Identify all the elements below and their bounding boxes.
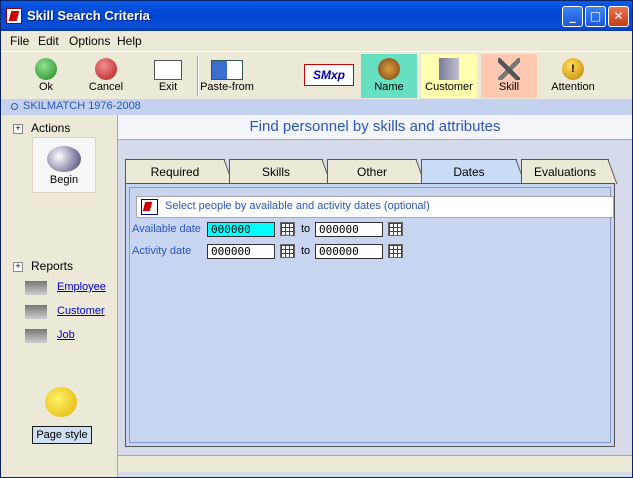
customer-button[interactable]: Customer: [421, 54, 477, 98]
checkmark-icon: [35, 58, 57, 80]
to-label: to: [301, 223, 311, 235]
available-date-label: Available date: [132, 223, 201, 235]
begin-button[interactable]: Begin: [32, 137, 96, 193]
activity-date-from-input[interactable]: 000000: [207, 244, 275, 259]
exit-arrow-icon: [154, 60, 182, 80]
printer-icon: [25, 281, 47, 295]
skill-button[interactable]: Skill: [481, 54, 537, 98]
calendar-icon[interactable]: [280, 222, 295, 236]
customer-report-link[interactable]: Customer: [57, 305, 105, 317]
smxp-logo: SMxp: [304, 64, 354, 86]
window-title: Skill Search Criteria: [27, 8, 150, 23]
employee-report-link[interactable]: Employee: [57, 281, 106, 293]
reports-node[interactable]: + Reports: [13, 259, 73, 273]
activity-date-label: Activity date: [132, 245, 192, 257]
minimize-button[interactable]: _: [562, 6, 583, 27]
people-icon: [378, 58, 400, 80]
title-bar: Skill Search Criteria _ □ ✕: [1, 1, 632, 31]
expand-icon[interactable]: +: [13, 124, 23, 134]
toolbar: Ok Cancel Exit Paste-from SMxp Name Cust…: [1, 51, 632, 101]
page-heading: Find personnel by skills and attributes: [249, 118, 501, 135]
available-date-from-input[interactable]: 000000: [207, 222, 275, 237]
menu-edit[interactable]: Edit: [38, 34, 59, 48]
tab-other[interactable]: Other: [327, 159, 417, 183]
smxp-small-icon: [141, 199, 158, 215]
actions-node[interactable]: + Actions: [13, 121, 70, 135]
copyright-strip: SKILMATCH 1976-2008: [1, 99, 632, 115]
heading-box: Find personnel by skills and attributes: [118, 115, 632, 140]
tab-skills[interactable]: Skills: [229, 159, 323, 183]
calendar-icon[interactable]: [388, 222, 403, 236]
maximize-button[interactable]: □: [585, 6, 606, 27]
search-magnifier-icon: [47, 146, 81, 172]
to-label: to: [301, 245, 311, 257]
menu-file[interactable]: File: [10, 34, 29, 48]
mascot-icon: [45, 387, 77, 417]
job-report-link[interactable]: Job: [57, 329, 75, 341]
paste-icon: [211, 60, 243, 80]
cancel-button[interactable]: Cancel: [81, 54, 131, 98]
calendar-icon[interactable]: [280, 244, 295, 258]
status-bar: [118, 455, 632, 472]
hint-box: Select people by available and activity …: [136, 196, 614, 218]
printer-icon: [25, 329, 47, 343]
app-icon: [6, 8, 22, 24]
attention-button[interactable]: ! Attention: [545, 54, 601, 98]
paste-from-button[interactable]: Paste-from: [199, 54, 255, 98]
exit-button[interactable]: Exit: [143, 54, 193, 98]
menu-bar: File Edit Options Help: [1, 31, 632, 51]
printer-icon: [25, 305, 47, 319]
expand-icon[interactable]: +: [13, 262, 23, 272]
tab-evaluations[interactable]: Evaluations: [521, 159, 609, 183]
ok-button[interactable]: Ok: [21, 54, 71, 98]
tools-icon: [498, 58, 520, 80]
smxp-logo-button[interactable]: SMxp: [301, 54, 357, 98]
copyright-icon: [11, 103, 18, 110]
close-button[interactable]: ✕: [608, 6, 629, 27]
building-icon: [439, 58, 459, 80]
available-date-to-input[interactable]: 000000: [315, 222, 383, 237]
menu-options[interactable]: Options: [69, 34, 110, 48]
tab-required[interactable]: Required: [125, 159, 225, 183]
exclamation-icon: !: [562, 58, 584, 80]
page-style-button[interactable]: Page style: [32, 426, 92, 444]
menu-help[interactable]: Help: [117, 34, 142, 48]
activity-date-to-input[interactable]: 000000: [315, 244, 383, 259]
application-window: Skill Search Criteria _ □ ✕ File Edit Op…: [0, 0, 633, 478]
tab-dates[interactable]: Dates: [421, 159, 517, 183]
calendar-icon[interactable]: [388, 244, 403, 258]
name-button[interactable]: Name: [361, 54, 417, 98]
cancel-x-icon: [95, 58, 117, 80]
